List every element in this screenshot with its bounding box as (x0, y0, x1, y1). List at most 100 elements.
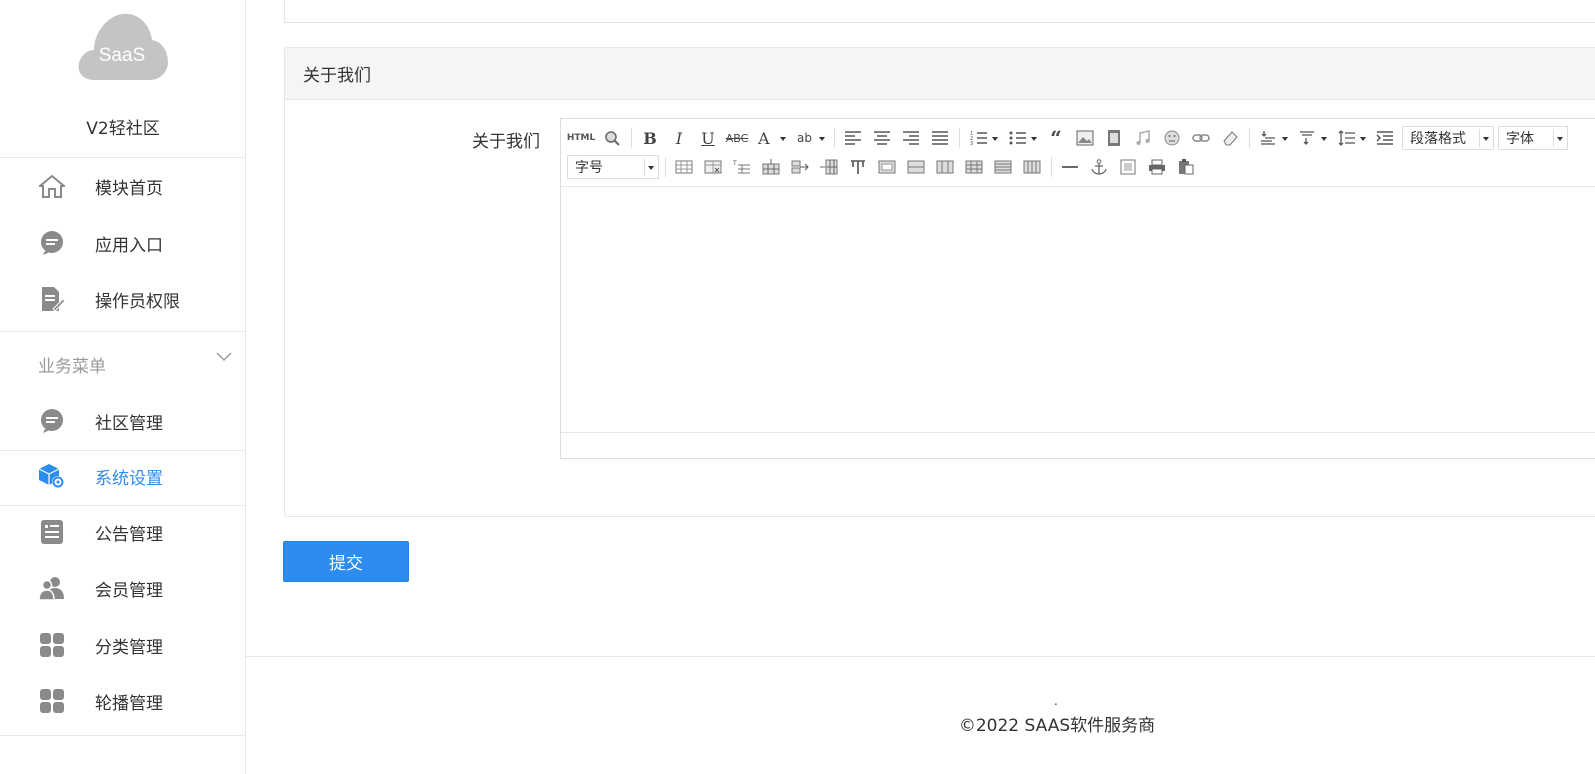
horizontal-rule-icon[interactable] (1058, 155, 1082, 179)
logo-text: SaaS (98, 45, 146, 66)
font-size-select[interactable]: 字号 (567, 155, 659, 179)
align-justify-icon[interactable] (928, 126, 952, 150)
split-columns-icon[interactable] (1020, 155, 1044, 179)
table-title-icon[interactable]: T (730, 155, 754, 179)
svg-text:T: T (733, 160, 737, 167)
delete-row-icon[interactable] (788, 155, 812, 179)
italic-icon[interactable]: I (667, 126, 691, 150)
users-icon (38, 574, 66, 602)
sidebar: SaaS V2轻社区 模块首页 应用入口 操作员权限 业务菜单 社区管理 系统设… (0, 0, 246, 774)
delete-column-icon[interactable] (846, 155, 870, 179)
grid-icon (38, 631, 66, 659)
chevron-down-icon[interactable] (216, 350, 232, 362)
toolbar-separator (1051, 157, 1052, 177)
highlight-icon[interactable]: ab (793, 126, 827, 150)
merge-right-icon[interactable] (904, 155, 928, 179)
align-left-icon[interactable] (841, 126, 865, 150)
row-spacing-bottom-icon[interactable] (1295, 126, 1329, 150)
footer-dot: . (1054, 694, 1058, 708)
page-break-icon[interactable] (1116, 155, 1140, 179)
anchor-icon[interactable] (1087, 155, 1111, 179)
submit-button[interactable]: 提交 (283, 541, 409, 582)
sidebar-item-category-management[interactable]: 分类管理 (0, 620, 246, 670)
sidebar-item-label: 公告管理 (95, 524, 163, 545)
music-icon[interactable] (1131, 126, 1155, 150)
font-color-icon[interactable]: A (754, 126, 788, 150)
indent-icon[interactable] (1373, 126, 1397, 150)
notice-icon (38, 518, 66, 546)
sidebar-item-member-management[interactable]: 会员管理 (0, 563, 246, 613)
align-right-icon[interactable] (899, 126, 923, 150)
logo: SaaS (74, 12, 170, 84)
eraser-icon[interactable] (1218, 126, 1242, 150)
insert-column-icon[interactable] (817, 155, 841, 179)
divider (0, 331, 246, 332)
toolbar-separator (631, 128, 632, 148)
footer-divider (246, 656, 1595, 657)
sidebar-item-app-entry[interactable]: 应用入口 (0, 218, 246, 268)
line-height-icon[interactable] (1334, 126, 1368, 150)
panel-title: 关于我们 (285, 48, 1595, 100)
sidebar-item-label: 轮播管理 (95, 693, 163, 714)
footer-copyright: ©2022 SAAS软件服务商 (958, 716, 1156, 736)
sidebar-item-module-home[interactable]: 模块首页 (0, 161, 246, 211)
section-title-business-menu[interactable]: 业务菜单 (38, 352, 106, 377)
link-icon[interactable] (1189, 126, 1213, 150)
svg-text:3: 3 (970, 141, 973, 146)
rich-text-editor: HTML B I U ABC A ab 123 “ 段落格式 字体 字号 T (560, 118, 1595, 459)
align-center-icon[interactable] (870, 126, 894, 150)
sidebar-item-label: 社区管理 (95, 413, 163, 434)
grid-icon (38, 687, 66, 715)
insert-row-icon[interactable] (759, 155, 783, 179)
emoji-icon[interactable] (1160, 126, 1184, 150)
split-cells-icon[interactable] (962, 155, 986, 179)
font-family-select[interactable]: 字体 (1498, 126, 1568, 150)
sidebar-item-label: 分类管理 (95, 637, 163, 658)
preview-icon[interactable] (600, 126, 624, 150)
ordered-list-icon[interactable]: 123 (966, 126, 1000, 150)
row-spacing-top-icon[interactable] (1256, 126, 1290, 150)
delete-table-icon[interactable] (701, 155, 725, 179)
divider (0, 157, 246, 158)
divider (0, 505, 246, 506)
split-rows-icon[interactable] (991, 155, 1015, 179)
insert-table-icon[interactable] (672, 155, 696, 179)
blockquote-icon[interactable]: “ (1044, 126, 1068, 150)
sidebar-item-label: 应用入口 (95, 235, 163, 256)
html-source-button[interactable]: HTML (567, 126, 595, 150)
chat-icon (38, 229, 66, 257)
sidebar-item-operator-permissions[interactable]: 操作员权限 (0, 274, 246, 324)
toolbar-separator (665, 157, 666, 177)
underline-icon[interactable]: U (696, 126, 720, 150)
previous-panel (284, 0, 1595, 23)
sidebar-item-system-settings[interactable]: 系统设置 (0, 451, 246, 501)
sidebar-item-community-management[interactable]: 社区管理 (0, 396, 246, 446)
site-name: V2轻社区 (86, 119, 160, 139)
paste-icon[interactable] (1174, 155, 1198, 179)
home-icon (38, 172, 66, 200)
field-label-about-us: 关于我们 (472, 132, 540, 152)
image-icon[interactable] (1073, 126, 1097, 150)
unordered-list-icon[interactable] (1005, 126, 1039, 150)
editor-toolbar: HTML B I U ABC A ab 123 “ 段落格式 字体 字号 T (561, 119, 1595, 187)
sidebar-item-label: 系统设置 (95, 468, 163, 489)
toolbar-separator (959, 128, 960, 148)
print-icon[interactable] (1145, 155, 1169, 179)
editor-status-bar (561, 432, 1595, 458)
bold-icon[interactable]: B (638, 126, 662, 150)
video-icon[interactable] (1102, 126, 1126, 150)
sidebar-item-label: 操作员权限 (95, 291, 180, 312)
toolbar-row: HTML B I U ABC A ab 123 “ 段落格式 字体 (567, 125, 1572, 151)
cube-gear-icon (38, 462, 66, 490)
strikethrough-icon[interactable]: ABC (725, 126, 749, 150)
merge-cells-icon[interactable] (875, 155, 899, 179)
divider (0, 735, 246, 736)
sidebar-item-announcement-management[interactable]: 公告管理 (0, 507, 246, 557)
merge-down-icon[interactable] (933, 155, 957, 179)
editor-content-area[interactable] (561, 187, 1595, 433)
sidebar-item-carousel-management[interactable]: 轮播管理 (0, 676, 246, 726)
chat-icon (38, 407, 66, 435)
paragraph-format-select[interactable]: 段落格式 (1402, 126, 1494, 150)
sidebar-item-label: 模块首页 (95, 178, 163, 199)
toolbar-separator (834, 128, 835, 148)
